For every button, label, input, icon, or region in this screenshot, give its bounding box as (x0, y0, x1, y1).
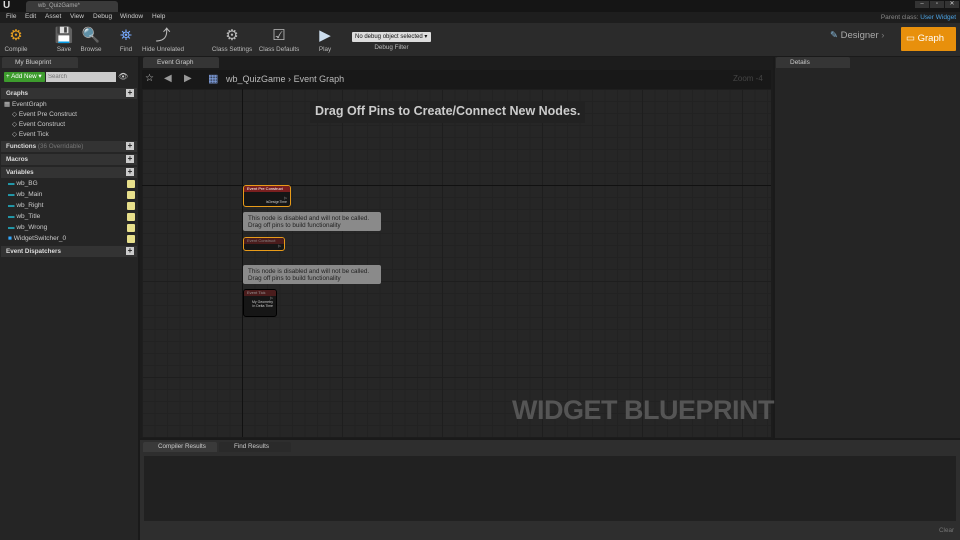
visibility-eye-icon[interactable] (127, 180, 135, 188)
graph-icon: ▭ (906, 33, 915, 44)
play-button[interactable]: ▶ Play (313, 26, 337, 53)
hide-unrelated-button[interactable]: ⤴ Hide Unrelated (142, 26, 184, 53)
variable-type-icon: ▬ (8, 180, 15, 187)
my-blueprint-tab[interactable]: My Blueprint (2, 57, 78, 68)
event-construct-node[interactable]: Event Construct ▷ (243, 237, 285, 251)
add-graph-button[interactable]: + (126, 89, 134, 97)
maximize-button[interactable]: ▫ (930, 1, 944, 8)
visibility-eye-icon[interactable] (127, 213, 135, 221)
compiler-log (144, 456, 956, 521)
graph-icon: ▦ (208, 73, 219, 85)
hide-unrelated-icon: ⤴ (155, 27, 171, 44)
breadcrumb: wb_QuizGame › Event Graph (226, 74, 345, 84)
event-item[interactable]: ◇ Event Construct (12, 120, 65, 128)
section-event-dispatchers[interactable]: Event Dispatchers + (1, 246, 137, 257)
variable-item[interactable]: ▬ wb_BG (8, 180, 38, 187)
browse-button[interactable]: 🔍 Browse (78, 26, 104, 53)
add-new-button[interactable]: + Add New ▾ (4, 72, 45, 82)
menu-view[interactable]: View (70, 13, 84, 20)
variable-item[interactable]: ▬ wb_Wrong (8, 224, 47, 231)
breadcrumb-root[interactable]: wb_QuizGame (226, 74, 286, 84)
widget-blueprint-watermark: WIDGET BLUEPRINT (512, 395, 775, 425)
back-arrow-icon[interactable]: ◀ (164, 73, 172, 84)
variable-item[interactable]: ▬ wb_Right (8, 202, 43, 209)
menu-window[interactable]: Window (120, 13, 143, 20)
visibility-eye-icon[interactable] (127, 202, 135, 210)
save-icon: 💾 (54, 27, 74, 44)
variable-type-icon: ▬ (8, 224, 15, 231)
clear-button[interactable]: Clear (939, 527, 954, 534)
variable-item[interactable]: ■ WidgetSwitcher_0 (8, 235, 66, 242)
event-item[interactable]: ◇ Event Pre Construct (12, 110, 77, 118)
visibility-eye-icon[interactable] (127, 235, 135, 243)
event-graph-tab[interactable]: Event Graph (143, 57, 219, 68)
menu-help[interactable]: Help (152, 13, 165, 20)
view-options-icon[interactable]: 👁 (118, 72, 128, 81)
document-tab[interactable]: wb_QuizGame* (26, 1, 118, 12)
debug-filter-label: Debug Filter (374, 44, 409, 51)
variable-type-icon: ▬ (8, 213, 15, 220)
class-defaults-button[interactable]: ☑ Class Defaults (258, 26, 300, 53)
section-macros[interactable]: Macros + (1, 154, 137, 165)
find-results-tab[interactable]: Find Results (219, 442, 291, 452)
visibility-eye-icon[interactable] (127, 191, 135, 199)
graph-canvas[interactable] (142, 89, 771, 437)
menu-asset[interactable]: Asset (45, 13, 61, 20)
class-settings-button[interactable]: ⚙ Class Settings (211, 26, 253, 53)
magnifier-icon: 🔍 (81, 27, 101, 44)
checklist-icon: ☑ (272, 27, 286, 44)
close-button[interactable]: ✕ (945, 1, 959, 8)
add-function-button[interactable]: + (126, 142, 134, 150)
play-icon: ▶ (319, 27, 331, 44)
parent-class: Parent class: User Widget (881, 14, 956, 21)
variable-item[interactable]: ▬ wb_Main (8, 191, 42, 198)
compile-button[interactable]: ⚙ Compile (2, 26, 30, 53)
forward-arrow-icon[interactable]: ▶ (184, 73, 192, 84)
find-button[interactable]: ⛯ Find (115, 26, 137, 53)
event-pre-construct-node[interactable]: Event Pre Construct ▷ IsDesignTime (243, 185, 291, 207)
visibility-eye-icon[interactable] (127, 224, 135, 232)
hint-banner: Drag Off Pins to Create/Connect New Node… (310, 101, 586, 123)
add-macro-button[interactable]: + (126, 155, 134, 163)
designer-icon: ✎ (830, 30, 838, 41)
menu-debug[interactable]: Debug (93, 13, 112, 20)
graph-mode-button[interactable]: ▭ Graph (901, 27, 956, 51)
menu-edit[interactable]: Edit (25, 13, 36, 20)
zoom-level: Zoom -4 (733, 74, 763, 83)
compile-icon: ⚙ (9, 27, 23, 44)
disabled-node-comment: This node is disabled and will not be ca… (243, 265, 381, 284)
details-tab[interactable]: Details (776, 57, 850, 68)
designer-mode-button[interactable]: ✎ Designer › (830, 30, 884, 41)
parent-class-label: Parent class: (880, 14, 919, 21)
favorite-star-icon[interactable]: ☆ (145, 73, 154, 84)
breadcrumb-bar: ☆ ◀ ▶ ▦ wb_QuizGame › Event Graph (142, 70, 771, 89)
disabled-node-comment: This node is disabled and will not be ca… (243, 212, 381, 231)
variable-type-icon: ▬ (8, 191, 15, 198)
event-graph-item[interactable]: ▦ EventGraph (4, 100, 47, 108)
add-variable-button[interactable]: + (126, 168, 134, 176)
variable-item[interactable]: ▬ wb_Title (8, 213, 40, 220)
event-item[interactable]: ◇ Event Tick (12, 130, 49, 138)
minimize-button[interactable]: – (915, 1, 929, 8)
section-functions[interactable]: Functions (36 Overridable) + (1, 141, 137, 152)
variable-type-icon: ■ (8, 235, 12, 242)
section-variables[interactable]: Variables + (1, 167, 137, 178)
compiler-results-tab[interactable]: Compiler Results (143, 442, 217, 452)
debug-object-select[interactable]: No debug object selected ▾ (352, 32, 431, 42)
variable-type-icon: ▬ (8, 202, 15, 209)
details-panel (775, 57, 960, 438)
save-button[interactable]: 💾 Save (53, 26, 75, 53)
unreal-logo-icon: U (3, 0, 11, 11)
section-graphs[interactable]: Graphs + (1, 88, 137, 99)
gear-icon: ⚙ (225, 27, 239, 44)
add-dispatcher-button[interactable]: + (126, 247, 134, 255)
search-input[interactable] (46, 72, 116, 82)
menu-bar (0, 12, 960, 23)
binoculars-icon: ⛯ (119, 27, 132, 44)
title-bar (0, 0, 960, 12)
event-tick-node[interactable]: Event Tick ▷ My Geometry In Delta Time (243, 289, 277, 317)
menu-file[interactable]: File (6, 13, 16, 20)
breadcrumb-leaf[interactable]: Event Graph (294, 74, 345, 84)
parent-class-link[interactable]: User Widget (920, 14, 956, 21)
